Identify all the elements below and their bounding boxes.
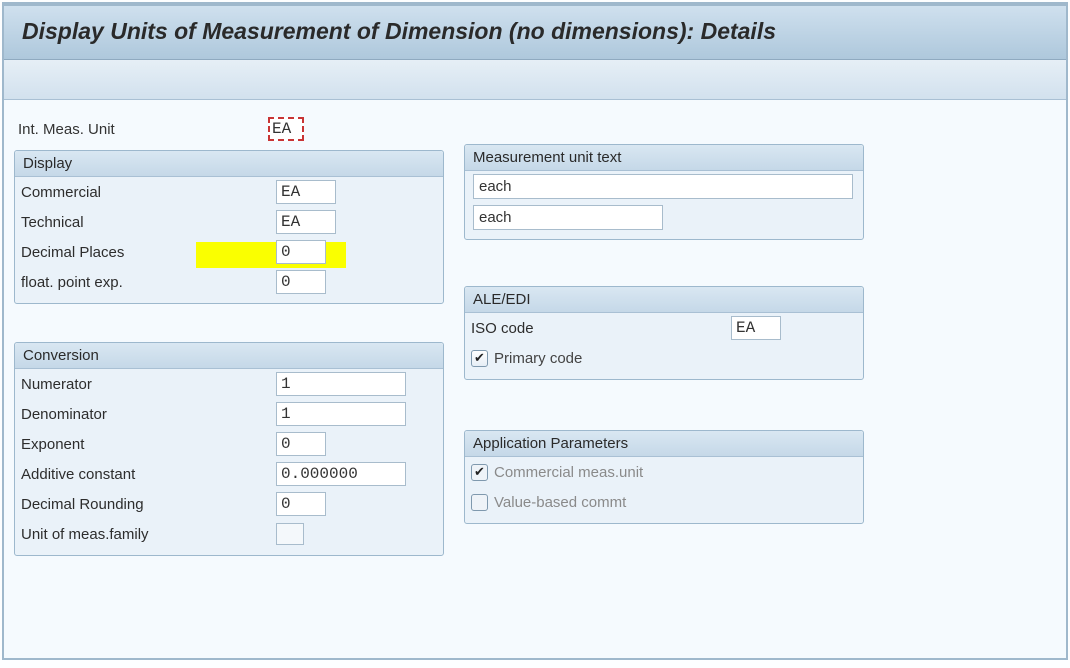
ale-group: ALE/EDI ISO code EA ✔ Primary code xyxy=(464,286,864,380)
display-group: Display Commercial EA Technical EA Decim… xyxy=(14,150,444,304)
right-column: Measurement unit text each each ALE/EDI … xyxy=(464,144,864,542)
family-label: Unit of meas.family xyxy=(21,526,276,543)
exponent-label: Exponent xyxy=(21,436,276,453)
titlebar: Display Units of Measurement of Dimensio… xyxy=(4,6,1066,60)
decround-field[interactable]: 0 xyxy=(276,492,326,516)
decimal-places-field[interactable]: 0 xyxy=(276,240,326,264)
commercial-field[interactable]: EA xyxy=(276,180,336,204)
ale-group-title: ALE/EDI xyxy=(465,287,863,313)
primary-code-label: Primary code xyxy=(494,350,582,367)
checkbox-icon: ✔ xyxy=(471,350,488,367)
float-exp-label: float. point exp. xyxy=(21,274,276,291)
display-group-title: Display xyxy=(15,151,443,177)
int-meas-unit-row: Int. Meas. Unit EA xyxy=(18,114,444,144)
toolbar xyxy=(4,60,1066,100)
technical-label: Technical xyxy=(21,214,276,231)
commercial-label: Commercial xyxy=(21,184,276,201)
meas-text-group-title: Measurement unit text xyxy=(465,145,863,171)
app-params-group-title: Application Parameters xyxy=(465,431,863,457)
app-params-group: Application Parameters ✔ Commercial meas… xyxy=(464,430,864,524)
content: Int. Meas. Unit EA Display Commercial EA… xyxy=(4,100,1066,584)
meas-text-group: Measurement unit text each each xyxy=(464,144,864,240)
numerator-label: Numerator xyxy=(21,376,276,393)
additive-label: Additive constant xyxy=(21,466,276,483)
additive-field[interactable]: 0.000000 xyxy=(276,462,406,486)
checkbox-icon xyxy=(471,494,488,511)
commercial-meas-checkbox[interactable]: ✔ Commercial meas.unit xyxy=(471,464,643,481)
int-meas-unit-label: Int. Meas. Unit xyxy=(18,121,268,138)
page-title: Display Units of Measurement of Dimensio… xyxy=(22,18,1048,45)
commercial-meas-label: Commercial meas.unit xyxy=(494,464,643,481)
checkbox-icon: ✔ xyxy=(471,464,488,481)
value-based-checkbox[interactable]: Value-based commt xyxy=(471,494,626,511)
left-column: Int. Meas. Unit EA Display Commercial EA… xyxy=(14,114,444,574)
numerator-field[interactable]: 1 xyxy=(276,372,406,396)
conversion-group-title: Conversion xyxy=(15,343,443,369)
conversion-group: Conversion Numerator 1 Denominator 1 Exp… xyxy=(14,342,444,556)
technical-field[interactable]: EA xyxy=(276,210,336,234)
iso-code-label: ISO code xyxy=(471,320,731,337)
denominator-field[interactable]: 1 xyxy=(276,402,406,426)
float-exp-field[interactable]: 0 xyxy=(276,270,326,294)
decround-label: Decimal Rounding xyxy=(21,496,276,513)
iso-code-field[interactable]: EA xyxy=(731,316,781,340)
primary-code-checkbox[interactable]: ✔ Primary code xyxy=(471,350,582,367)
family-field[interactable] xyxy=(276,523,304,545)
decimal-places-label: Decimal Places xyxy=(21,244,276,261)
value-based-label: Value-based commt xyxy=(494,494,626,511)
denominator-label: Denominator xyxy=(21,406,276,423)
int-meas-unit-field[interactable]: EA xyxy=(268,117,304,141)
meas-text-line2[interactable]: each xyxy=(473,205,663,230)
window: Display Units of Measurement of Dimensio… xyxy=(2,2,1068,660)
exponent-field[interactable]: 0 xyxy=(276,432,326,456)
meas-text-line1[interactable]: each xyxy=(473,174,853,199)
